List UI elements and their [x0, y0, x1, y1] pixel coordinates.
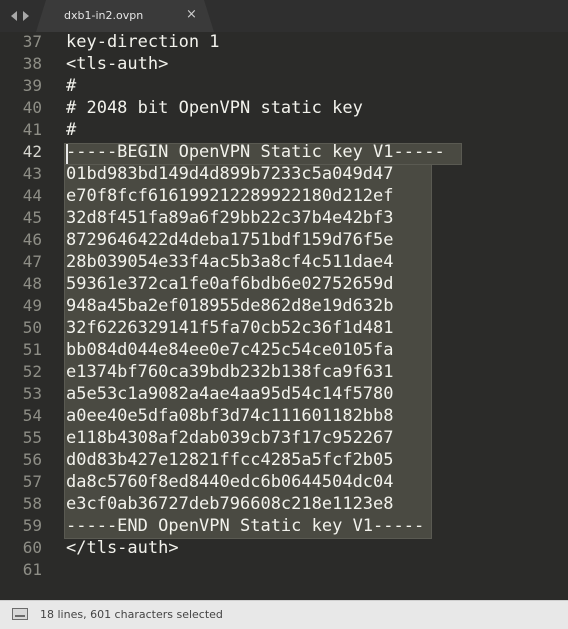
code-line[interactable]: e1374bf760ca39bdb232b138fca9f631 [66, 361, 394, 383]
code-line[interactable]: a5e53c1a9082a4ae4aa95d54c14f5780 [66, 383, 394, 405]
line-number: 59 [22, 516, 42, 535]
line-number: 48 [22, 274, 42, 293]
tab-dxb1-in2[interactable]: dxb1-in2.ovpn × [36, 0, 214, 32]
code-line[interactable]: -----END OpenVPN Static key V1----- [66, 515, 424, 537]
code-line[interactable]: -----BEGIN OpenVPN Static key V1----- [66, 141, 445, 163]
line-number: 39 [22, 76, 42, 95]
code-line[interactable]: da8c5760f8ed8440edc6b0644504dc04 [66, 471, 394, 493]
line-number: 51 [22, 340, 42, 359]
line-number: 52 [22, 362, 42, 381]
line-number: 44 [22, 186, 42, 205]
close-icon[interactable]: × [186, 8, 197, 22]
line-number: 43 [22, 164, 42, 183]
line-number: 56 [22, 450, 42, 469]
line-number: 60 [22, 538, 42, 557]
tab-nav-arrows [0, 0, 40, 32]
code-line[interactable]: 01bd983bd149d4d899b7233c5a049d47 [66, 163, 394, 185]
line-number: 37 [22, 32, 42, 51]
line-number: 55 [22, 428, 42, 447]
line-number: 49 [22, 296, 42, 315]
line-number: 53 [22, 384, 42, 403]
code-line[interactable]: 28b039054e33f4ac5b3a8cf4c511dae4 [66, 251, 394, 273]
line-number: 50 [22, 318, 42, 337]
arrow-right-icon[interactable] [23, 11, 29, 21]
code-line[interactable]: 32f6226329141f5fa70cb52c36f1d481 [66, 317, 394, 339]
code-line[interactable]: 32d8f451fa89a6f29bb22c37b4e42bf3 [66, 207, 394, 229]
line-number: 57 [22, 472, 42, 491]
code-line[interactable]: <tls-auth> [66, 53, 168, 75]
line-number: 41 [22, 120, 42, 139]
code-line[interactable]: d0d83b427e12821ffcc4285a5fcf2b05 [66, 449, 394, 471]
tab-label: dxb1-in2.ovpn [64, 9, 144, 22]
line-number: 42 [22, 142, 42, 161]
line-number: 45 [22, 208, 42, 227]
status-bar: 18 lines, 601 characters selected [0, 600, 568, 629]
code-line[interactable]: e70f8fcf616199212289922180d212ef [66, 185, 394, 207]
editor-window: dxb1-in2.ovpn × 37 key-direction 1 38 <tls-… [0, 0, 568, 629]
code-line[interactable]: # 2048 bit OpenVPN static key [66, 97, 363, 119]
code-line[interactable]: 8729646422d4deba1751bdf159d76f5e [66, 229, 394, 251]
code-line[interactable]: bb084d044e84ee0e7c425c54ce0105fa [66, 339, 394, 361]
line-number: 58 [22, 494, 42, 513]
code-line[interactable]: # [66, 75, 76, 97]
code-line[interactable]: 948a45ba2ef018955de862d8e19d632b [66, 295, 394, 317]
code-line[interactable]: e3cf0ab36727deb796608c218e1123e8 [66, 493, 394, 515]
code-line[interactable]: key-direction 1 [66, 32, 220, 53]
tab-bar: dxb1-in2.ovpn × [0, 0, 568, 33]
code-line[interactable]: a0ee40e5dfa08bf3d74c111601182bb8 [66, 405, 394, 427]
line-number: 47 [22, 252, 42, 271]
line-number: 40 [22, 98, 42, 117]
code-editor[interactable]: 37 key-direction 1 38 <tls-auth> 39 #40 # 2048… [0, 32, 568, 600]
panel-toggle-icon[interactable] [12, 608, 28, 620]
status-text: 18 lines, 601 characters selected [40, 608, 223, 621]
code-line[interactable]: e118b4308af2dab039cb73f17c952267 [66, 427, 394, 449]
code-line[interactable]: 59361e372ca1fe0af6bdb6e02752659d [66, 273, 394, 295]
line-number: 38 [22, 54, 42, 73]
line-number: 46 [22, 230, 42, 249]
code-line[interactable]: </tls-auth> [66, 537, 179, 559]
code-line[interactable]: # [66, 119, 76, 141]
line-number: 54 [22, 406, 42, 425]
line-number: 61 [22, 560, 42, 579]
arrow-left-icon[interactable] [11, 11, 17, 21]
